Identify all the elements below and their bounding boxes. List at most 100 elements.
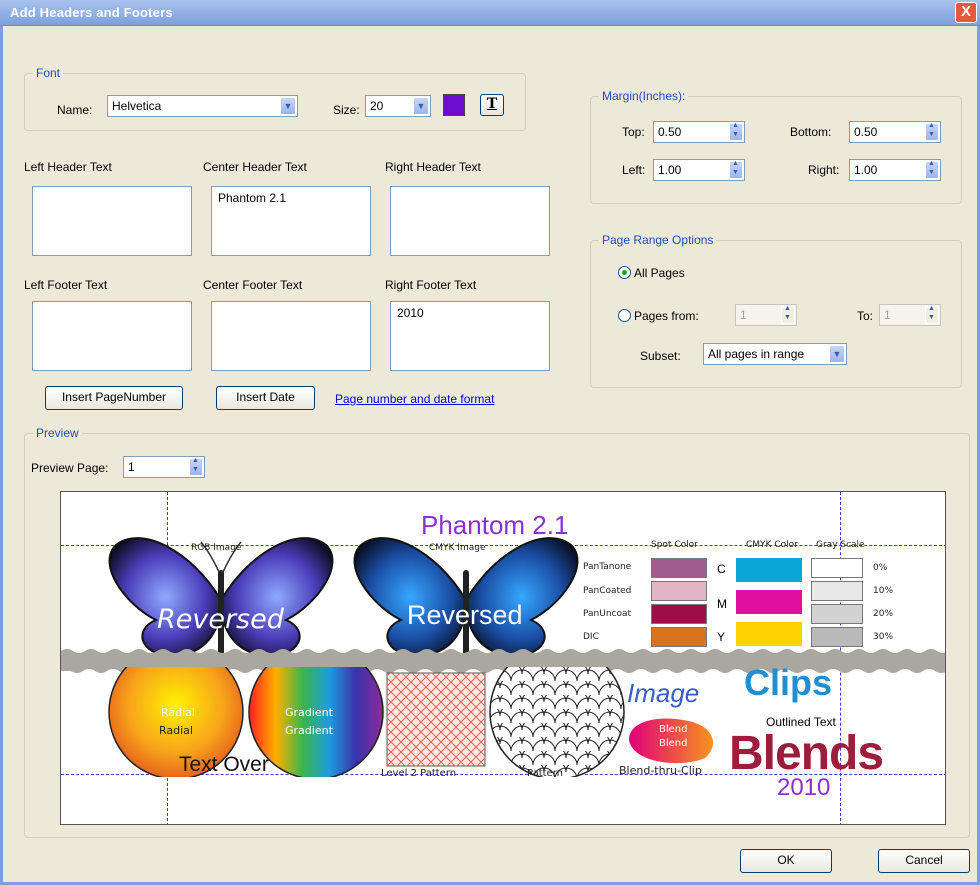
spinner-arrows-icon[interactable]	[925, 305, 939, 324]
margin-left-value: 1.00	[658, 163, 682, 177]
cmyk-image-label: CMYK Image	[429, 543, 486, 553]
text-over-label: Text Over	[179, 753, 269, 776]
spot-label-0: PanTanone	[583, 562, 632, 572]
preview-footer-text: 2010	[777, 774, 831, 801]
font-name-value: Helvetica	[112, 99, 162, 113]
center-footer-input[interactable]	[211, 301, 371, 371]
cmyk-swatch-c	[736, 558, 802, 582]
font-color-button[interactable]	[443, 94, 465, 116]
preview-legend: Preview	[33, 426, 82, 440]
margin-left-label: Left:	[622, 163, 646, 177]
spot-label-1: PanCoated	[583, 586, 632, 596]
chevron-down-icon[interactable]: ▼	[829, 345, 845, 363]
cancel-button[interactable]: Cancel	[878, 849, 970, 873]
font-name-label: Name:	[57, 103, 93, 117]
window-title: Add Headers and Footers	[10, 5, 173, 20]
all-pages-label[interactable]: All Pages	[634, 266, 685, 280]
blend-label: Blend	[659, 738, 688, 749]
spot-swatch-2	[651, 604, 707, 624]
spot-swatch-0	[651, 558, 707, 578]
spinner-arrows-icon[interactable]	[781, 305, 795, 324]
pattern-label: Pattern	[527, 768, 563, 779]
page-range-legend: Page Range Options	[599, 233, 717, 247]
pages-to-label: To:	[857, 309, 874, 323]
margin-top-input[interactable]: 0.50	[653, 121, 745, 143]
close-button[interactable]: X	[955, 2, 977, 23]
scale-pattern-circle	[489, 667, 625, 777]
margin-bottom-input[interactable]: 0.50	[849, 121, 941, 143]
radial-label: Radial	[159, 724, 193, 737]
blend-top-label: Blend	[659, 724, 688, 735]
spinner-arrows-icon[interactable]	[729, 122, 743, 141]
font-size-select[interactable]: 20 ▼	[365, 95, 431, 117]
margin-group: Margin(Inches):	[590, 89, 962, 204]
pages-from-input[interactable]: 1	[735, 304, 797, 326]
margin-top-label: Top:	[622, 125, 645, 139]
chevron-down-icon[interactable]: ▼	[413, 97, 429, 115]
blend-thru-clip-label: Blend-thru-Clip	[619, 764, 702, 777]
center-header-input[interactable]: Phantom 2.1	[211, 186, 371, 256]
underline-button[interactable]: T	[480, 94, 504, 116]
left-footer-label: Left Footer Text	[24, 278, 108, 292]
font-size-value: 20	[370, 99, 384, 113]
chevron-down-icon[interactable]: ▼	[280, 97, 296, 115]
right-footer-input[interactable]: 2010	[390, 301, 550, 371]
reversed-text-rgb: Reversed	[157, 604, 284, 635]
preview-page-value: 1	[128, 460, 135, 474]
pages-to-value: 1	[884, 308, 891, 322]
rgb-image-label: RGB Image	[191, 543, 242, 553]
underline-icon: T	[486, 96, 498, 112]
gray-scale-label: Gray Scale	[816, 540, 865, 550]
radial-top-label: Radial	[161, 706, 195, 719]
margin-right-label: Right:	[808, 163, 840, 177]
gray-swatch-1	[811, 581, 863, 601]
gray-swatch-0	[811, 558, 863, 578]
page-number-date-format-link[interactable]: Page number and date format	[335, 392, 494, 406]
cmyk-letter-c: C	[717, 562, 726, 576]
reversed-text-cmyk: Reversed	[407, 600, 523, 630]
gradient-label: Gradient	[285, 724, 333, 737]
left-footer-input[interactable]	[32, 301, 192, 371]
margin-left-input[interactable]: 1.00	[653, 159, 745, 181]
level2-pattern-box	[386, 672, 486, 767]
font-name-select[interactable]: Helvetica ▼	[107, 95, 298, 117]
gradient-top-label: Gradient	[285, 706, 333, 719]
insert-page-number-button[interactable]: Insert PageNumber	[45, 386, 183, 410]
spinner-arrows-icon[interactable]	[189, 457, 203, 476]
preview-page-input[interactable]: 1	[123, 456, 205, 478]
spot-label-3: DIC	[583, 632, 599, 642]
pages-to-input[interactable]: 1	[879, 304, 941, 326]
cmyk-swatch-y	[736, 622, 802, 646]
right-header-input[interactable]	[390, 186, 550, 256]
margin-top-value: 0.50	[658, 125, 682, 139]
all-pages-radio[interactable]	[618, 266, 631, 279]
pages-from-radio[interactable]	[618, 309, 631, 322]
gray-label-1: 10%	[873, 586, 894, 596]
margin-right-input[interactable]: 1.00	[849, 159, 941, 181]
spinner-arrows-icon[interactable]	[729, 160, 743, 179]
spot-color-label: Spot Color	[651, 540, 698, 550]
blends-word: Blends	[729, 727, 884, 780]
font-legend: Font	[33, 66, 64, 80]
cmyk-color-label: CMYK Color	[746, 540, 798, 550]
margin-bottom-label: Bottom:	[790, 125, 832, 139]
margin-legend: Margin(Inches):	[599, 89, 689, 103]
subset-select[interactable]: All pages in range ▼	[703, 343, 847, 365]
cmyk-swatch-m	[736, 590, 802, 614]
margin-right-value: 1.00	[854, 163, 878, 177]
margin-bottom-value: 0.50	[854, 125, 878, 139]
image-word: Image	[627, 678, 700, 708]
spot-swatch-3	[651, 627, 707, 647]
cmyk-letter-m: M	[717, 597, 727, 611]
subset-value: All pages in range	[708, 347, 805, 361]
left-header-input[interactable]	[32, 186, 192, 256]
subset-label: Subset:	[640, 349, 681, 363]
ok-button[interactable]: OK	[740, 849, 832, 873]
cmyk-letter-y: Y	[717, 630, 726, 644]
spinner-arrows-icon[interactable]	[925, 122, 939, 141]
insert-date-button[interactable]: Insert Date	[216, 386, 315, 410]
pages-from-label[interactable]: Pages from:	[634, 309, 699, 323]
spinner-arrows-icon[interactable]	[925, 160, 939, 179]
preview-canvas: Phantom 2.1 RGB Image Reversed CMYK Imag…	[60, 491, 946, 825]
clips-word: Clips	[744, 662, 833, 703]
